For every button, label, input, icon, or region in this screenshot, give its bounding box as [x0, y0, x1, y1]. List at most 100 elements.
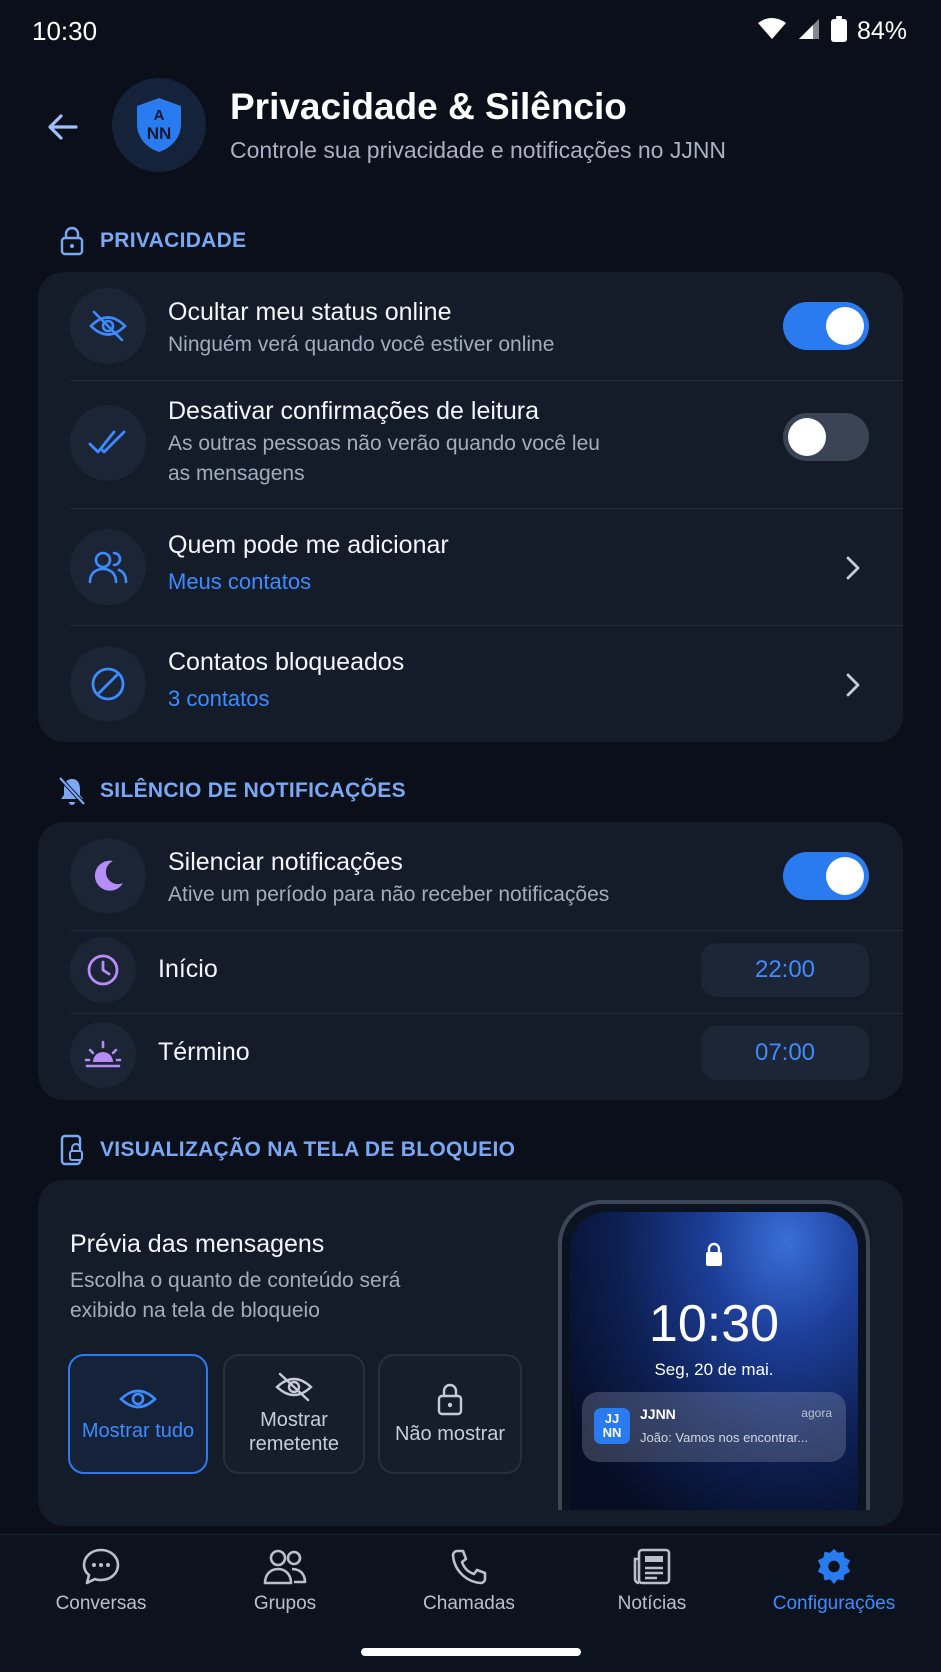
arrow-left-icon [48, 114, 78, 140]
mute-notifications-toggle[interactable] [783, 852, 869, 900]
nav-conversas[interactable]: Conversas [7, 1547, 195, 1615]
phone-icon [451, 1549, 487, 1585]
sunrise-icon [70, 1022, 136, 1088]
preview-subtitle-line1: Escolha o quanto de conteúdo será [70, 1269, 401, 1292]
privacy-section-header: PRIVACIDADE [58, 226, 246, 256]
row-title: Início [158, 955, 218, 983]
show-all-option[interactable]: Mostrar tudo [68, 1354, 208, 1474]
clock-icon [70, 937, 136, 1003]
news-icon [633, 1548, 671, 1585]
preview-subtitle-line2: exibido na tela de bloqueio [70, 1299, 320, 1322]
mute-notifications-row[interactable]: Silenciar notificações Ative um período … [38, 822, 903, 930]
home-indicator [361, 1648, 581, 1656]
notification-message: João: Vamos nos encontrar... [640, 1430, 809, 1445]
status-icons: 84% [757, 16, 907, 47]
notification-app-name: JJNN [640, 1406, 676, 1422]
phone-clock: 10:30 [648, 1295, 780, 1353]
signal-icon [797, 17, 821, 46]
app-logo: A NN [112, 78, 206, 172]
chat-icon [82, 1548, 120, 1585]
status-bar: 10:30 84% [0, 0, 941, 62]
lock-icon [437, 1383, 463, 1416]
lockscreen-section-header: VISUALIZAÇÃO NA TELA DE BLOQUEIO [58, 1134, 515, 1166]
groups-icon [263, 1549, 307, 1585]
nav-label: Chamadas [423, 1593, 515, 1614]
notification-card: JJ NN JJNN agora João: Vamos nos encontr… [582, 1392, 846, 1462]
page-title: Privacidade & Silêncio [230, 86, 627, 127]
chevron-right-icon [838, 670, 868, 700]
silence-section-header: SILÊNCIO DE NOTIFICAÇÕES [58, 776, 406, 806]
battery-level: 84% [856, 17, 907, 45]
eye-icon [119, 1389, 157, 1409]
row-title: Contatos bloqueados [168, 648, 405, 676]
wifi-icon [757, 17, 787, 46]
lock-icon [60, 226, 84, 256]
settings-icon [817, 1548, 851, 1585]
hide-online-status-toggle[interactable] [783, 302, 869, 350]
moon-icon [70, 838, 146, 914]
logo-text-top: A [153, 107, 165, 124]
nav-noticias[interactable]: Notícias [558, 1547, 746, 1615]
logo-text-bottom: NN [146, 124, 172, 143]
section-label: PRIVACIDADE [100, 229, 247, 252]
read-receipts-row[interactable]: Desativar confirmações de leitura As out… [38, 381, 903, 507]
show-sender-option[interactable]: Mostrar remetente [223, 1354, 365, 1474]
nav-label: Configurações [772, 1593, 896, 1614]
nav-grupos[interactable]: Grupos [191, 1547, 379, 1615]
nav-label: Notícias [617, 1593, 687, 1614]
privacy-card: Ocultar meu status online Ninguém verá q… [38, 272, 903, 742]
logo-text-top: JJ [604, 1411, 620, 1426]
row-value: Meus contatos [168, 569, 312, 594]
row-subtitle: Ninguém verá quando você estiver online [168, 333, 555, 356]
read-receipts-toggle[interactable] [783, 413, 869, 461]
preview-title: Prévia das mensagens [70, 1230, 325, 1258]
row-title: Ocultar meu status online [168, 298, 452, 326]
phone-screen: 10:30 Seg, 20 de mai. JJ NN JJNN agora J… [570, 1212, 858, 1510]
option-label: Mostrar tudo [81, 1420, 195, 1442]
section-label: SILÊNCIO DE NOTIFICAÇÕES [100, 779, 406, 802]
row-title: Silenciar notificações [168, 848, 403, 876]
end-time-row[interactable]: Término 07:00 [38, 1014, 903, 1098]
phone-date: Seg, 20 de mai. [654, 1360, 774, 1379]
nav-configuracoes[interactable]: Configurações [740, 1547, 928, 1615]
option-label: Não mostrar [394, 1423, 506, 1445]
row-title: Término [158, 1038, 250, 1066]
blocked-contacts-row[interactable]: Contatos bloqueados 3 contatos [38, 626, 903, 742]
users-icon [70, 529, 146, 605]
option-label-line2: remetente [248, 1433, 340, 1455]
row-subtitle: Ative um período para não receber notifi… [168, 883, 610, 906]
eye-off-icon [275, 1372, 313, 1402]
row-title: Quem pode me adicionar [168, 531, 449, 559]
row-value: 3 contatos [168, 686, 270, 711]
back-button[interactable] [36, 100, 90, 154]
logo-text-bottom: NN [602, 1425, 622, 1440]
double-check-icon [70, 405, 146, 481]
block-icon [70, 646, 146, 722]
bell-off-icon [58, 776, 86, 806]
row-subtitle-line1: As outras pessoas não verão quando você … [168, 432, 600, 455]
phone-lock-icon [60, 1134, 83, 1166]
section-label: VISUALIZAÇÃO NA TELA DE BLOQUEIO [100, 1138, 516, 1161]
lockscreen-preview-phone: 10:30 Seg, 20 de mai. JJ NN JJNN agora J… [558, 1200, 870, 1510]
hide-content-option[interactable]: Não mostrar [378, 1354, 522, 1474]
start-time-pill[interactable]: 22:00 [701, 943, 869, 997]
notification-app-logo: JJ NN [594, 1408, 630, 1444]
chevron-right-icon [838, 553, 868, 583]
row-subtitle-line2: as mensagens [168, 462, 305, 485]
nav-chamadas[interactable]: Chamadas [375, 1547, 563, 1615]
eye-off-icon [70, 288, 146, 364]
battery-icon [830, 16, 847, 47]
option-label-line1: Mostrar [260, 1409, 328, 1431]
status-time: 10:30 [32, 16, 98, 46]
row-title: Desativar confirmações de leitura [168, 397, 539, 425]
start-time-row[interactable]: Início 22:00 [38, 931, 903, 1013]
end-time-pill[interactable]: 07:00 [701, 1026, 869, 1080]
preview-subtitle: Escolha o quanto de conteúdo será exibid… [70, 1266, 450, 1326]
silence-card: Silenciar notificações Ative um período … [38, 822, 903, 1100]
hide-online-status-row[interactable]: Ocultar meu status online Ninguém verá q… [38, 272, 903, 380]
who-can-add-row[interactable]: Quem pode me adicionar Meus contatos [38, 509, 903, 625]
page-subtitle: Controle sua privacidade e notificações … [230, 137, 727, 163]
nav-label: Conversas [55, 1593, 147, 1614]
nav-label: Grupos [253, 1593, 317, 1614]
lock-icon [704, 1242, 724, 1273]
